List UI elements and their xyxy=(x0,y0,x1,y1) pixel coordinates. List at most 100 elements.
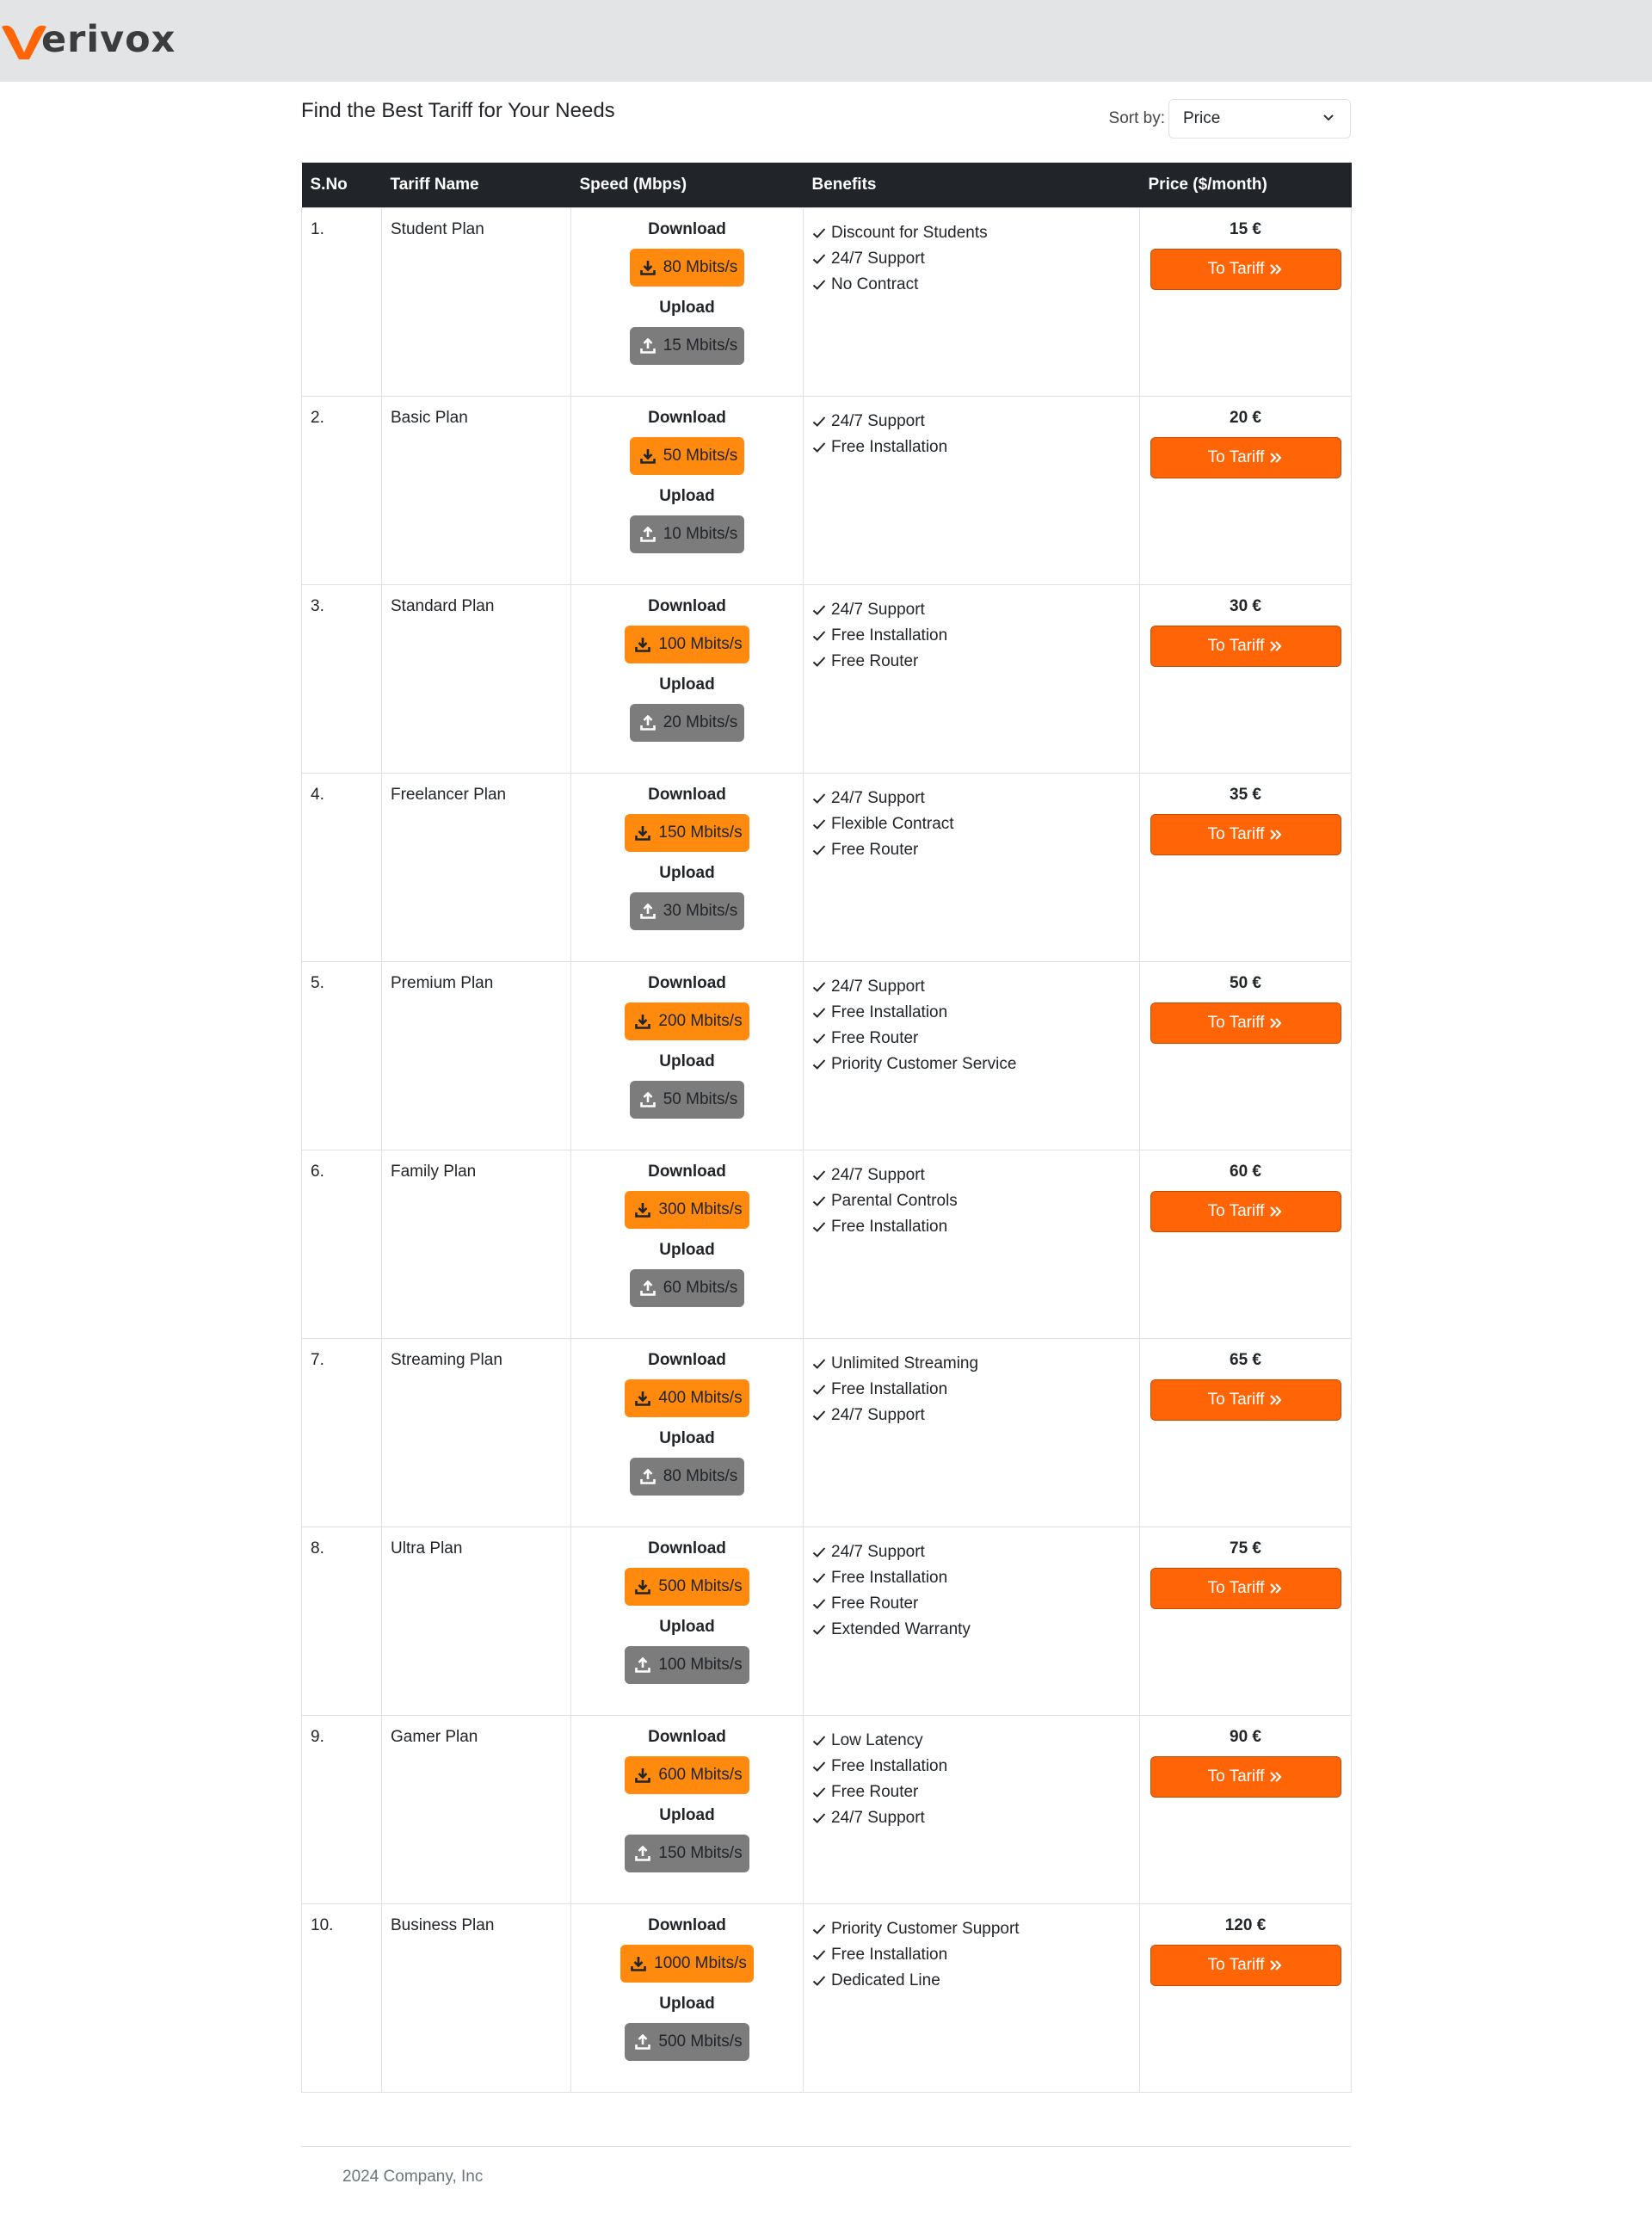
table-row: 7. Streaming Plan Download 400 Mbits/s Uploa… xyxy=(301,1337,1352,1527)
to-tariff-label: To Tariff xyxy=(1207,824,1265,843)
benefit-text: Free Installation xyxy=(831,1756,948,1775)
price-value: 35 € xyxy=(1230,785,1261,804)
download-speed: 1000 Mbits/s xyxy=(654,1953,747,1972)
download-icon xyxy=(639,448,656,464)
check-icon xyxy=(812,604,826,615)
double-chevron-right-icon xyxy=(1270,1394,1282,1405)
cell-sno: 2. xyxy=(301,395,382,585)
to-tariff-button[interactable]: To Tariff xyxy=(1150,1190,1341,1232)
row-number: 9. xyxy=(311,1727,324,1746)
upload-speed: 60 Mbits/s xyxy=(663,1278,738,1297)
benefit-item: Free Router xyxy=(812,1591,1131,1617)
tariff-name: Streaming Plan xyxy=(391,1350,502,1369)
to-tariff-button[interactable]: To Tariff xyxy=(1150,1002,1341,1044)
cell-tariff-name: Family Plan xyxy=(381,1149,571,1339)
benefit-text: Free Router xyxy=(831,1594,919,1613)
to-tariff-button[interactable]: To Tariff xyxy=(1150,1944,1341,1986)
check-icon xyxy=(812,1923,826,1934)
footer: 2024 Company, Inc xyxy=(301,2146,1351,2186)
to-tariff-button[interactable]: To Tariff xyxy=(1150,1567,1341,1609)
brand-logo[interactable]: erivox xyxy=(0,15,176,64)
benefit-text: Free Router xyxy=(831,651,919,670)
upload-icon xyxy=(639,714,656,731)
cell-benefits: 24/7 Support Free Installation Free Router… xyxy=(803,960,1140,1150)
download-icon xyxy=(635,637,651,652)
benefit-item: Free Router xyxy=(812,837,1131,863)
check-icon xyxy=(812,1812,826,1823)
benefit-text: 24/7 Support xyxy=(831,1808,925,1827)
to-tariff-button[interactable]: To Tariff xyxy=(1150,625,1341,667)
upload-icon xyxy=(639,337,656,354)
download-label: Download xyxy=(648,973,726,992)
cell-sno: 9. xyxy=(301,1714,382,1904)
benefit-text: Unlimited Streaming xyxy=(831,1354,979,1372)
to-tariff-button[interactable]: To Tariff xyxy=(1150,1755,1341,1798)
double-chevron-right-icon xyxy=(1270,1959,1282,1971)
cell-sno: 1. xyxy=(301,207,382,397)
benefit-text: 24/7 Support xyxy=(831,249,925,268)
download-label: Download xyxy=(648,1162,726,1181)
benefit-item: 24/7 Support xyxy=(812,1805,1131,1831)
cell-speed: Download 80 Mbits/s Upload 15 Mbits/s xyxy=(570,207,804,397)
cell-tariff-name: Premium Plan xyxy=(381,960,571,1150)
upload-speed: 50 Mbits/s xyxy=(663,1089,738,1108)
cell-benefits: 24/7 Support Parental Controls Free Instal… xyxy=(803,1149,1140,1339)
cell-sno: 6. xyxy=(301,1149,382,1339)
benefit-item: 24/7 Support xyxy=(812,786,1131,811)
benefit-text: 24/7 Support xyxy=(831,600,925,619)
benefit-item: Free Installation xyxy=(812,1377,1131,1403)
download-speed: 500 Mbits/s xyxy=(658,1576,743,1595)
check-icon xyxy=(812,1761,826,1772)
cell-sno: 4. xyxy=(301,772,382,962)
cell-speed: Download 150 Mbits/s Upload 30 Mbits/s xyxy=(570,772,804,962)
tariff-name: Gamer Plan xyxy=(391,1727,478,1746)
cell-speed: Download 50 Mbits/s Upload 10 Mbits/s xyxy=(570,395,804,585)
row-number: 2. xyxy=(311,408,324,427)
check-icon xyxy=(812,1598,826,1609)
to-tariff-button[interactable]: To Tariff xyxy=(1150,813,1341,855)
check-icon xyxy=(812,1358,826,1369)
tariff-name: Freelancer Plan xyxy=(391,785,507,804)
upload-speed-badge: 150 Mbits/s xyxy=(625,1834,749,1872)
check-icon xyxy=(812,844,826,855)
to-tariff-button[interactable]: To Tariff xyxy=(1150,1379,1341,1421)
upload-speed-badge: 10 Mbits/s xyxy=(629,515,745,553)
download-icon xyxy=(635,1767,651,1783)
download-icon xyxy=(635,825,651,841)
cell-tariff-name: Student Plan xyxy=(381,207,571,397)
cell-speed: Download 600 Mbits/s Upload 150 Mbits/s xyxy=(570,1714,804,1904)
benefit-text: Free Installation xyxy=(831,626,948,645)
double-chevron-right-icon xyxy=(1270,263,1282,274)
to-tariff-button[interactable]: To Tariff xyxy=(1150,436,1341,478)
to-tariff-button[interactable]: To Tariff xyxy=(1150,248,1341,290)
benefit-text: Free Installation xyxy=(831,1945,948,1964)
to-tariff-label: To Tariff xyxy=(1207,1013,1265,1032)
download-speed: 50 Mbits/s xyxy=(663,446,738,465)
benefit-item: Flexible Contract xyxy=(812,811,1131,837)
check-icon xyxy=(812,279,826,290)
upload-speed: 30 Mbits/s xyxy=(663,901,738,920)
benefit-text: Free Installation xyxy=(831,1568,948,1587)
benefit-item: 24/7 Support xyxy=(812,1539,1131,1565)
cell-benefits: 24/7 Support Free Installation Free Router… xyxy=(803,1526,1140,1716)
tariff-name: Business Plan xyxy=(391,1915,495,1934)
upload-icon xyxy=(639,1280,656,1296)
benefit-item: Free Installation xyxy=(812,435,1131,460)
cell-sno: 8. xyxy=(301,1526,382,1716)
upload-label: Upload xyxy=(659,1617,715,1636)
price-value: 65 € xyxy=(1230,1350,1261,1369)
check-icon xyxy=(812,1572,826,1583)
tariff-name: Family Plan xyxy=(391,1162,477,1181)
row-number: 10. xyxy=(311,1915,334,1934)
sort-select[interactable]: Price xyxy=(1168,99,1351,139)
cell-speed: Download 400 Mbits/s Upload 80 Mbits/s xyxy=(570,1337,804,1527)
benefit-item: Free Installation xyxy=(812,623,1131,649)
download-speed: 300 Mbits/s xyxy=(658,1200,743,1218)
upload-speed-badge: 60 Mbits/s xyxy=(629,1268,745,1307)
cell-benefits: Priority Customer Support Free Installati… xyxy=(803,1903,1140,2093)
benefit-item: Discount for Students xyxy=(812,220,1131,246)
brand-name: erivox xyxy=(41,18,176,61)
double-chevron-right-icon xyxy=(1270,1017,1282,1028)
benefit-item: Free Installation xyxy=(812,1565,1131,1591)
upload-label: Upload xyxy=(659,1805,715,1824)
